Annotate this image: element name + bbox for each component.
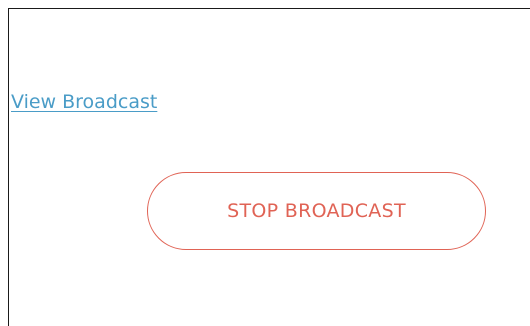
broadcast-panel: View Broadcast STOP BROADCAST (8, 8, 530, 326)
stop-broadcast-label: STOP BROADCAST (227, 200, 406, 222)
stop-broadcast-button[interactable]: STOP BROADCAST (147, 172, 486, 250)
view-broadcast-link[interactable]: View Broadcast (11, 91, 157, 113)
